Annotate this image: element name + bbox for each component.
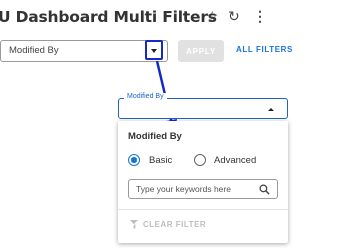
- filter-select-value: Modified By: [9, 45, 59, 56]
- all-filters-link[interactable]: ALL FILTERS: [236, 45, 293, 54]
- keyword-search-box: [128, 179, 278, 199]
- clear-filter-label: CLEAR FILTER: [143, 220, 207, 229]
- search-icon[interactable]: [259, 184, 270, 195]
- keyword-search-input[interactable]: [136, 183, 254, 195]
- panel-title: Modified By: [128, 131, 182, 142]
- clear-filter-button[interactable]: CLEAR FILTER: [130, 220, 206, 229]
- radio-basic-label[interactable]: Basic: [149, 155, 172, 166]
- filter-clear-icon: [130, 220, 139, 229]
- field-legend: Modified By: [124, 93, 167, 100]
- chevron-up-icon: [268, 108, 274, 111]
- radio-basic[interactable]: [128, 154, 140, 166]
- apply-button[interactable]: APPLY: [178, 40, 224, 62]
- radio-advanced-label[interactable]: Advanced: [214, 155, 256, 166]
- filter-dropdown-panel: Modified By Basic Advanced CLEAR FILTER: [118, 121, 288, 243]
- radio-advanced[interactable]: [194, 154, 206, 166]
- divider: [118, 209, 288, 210]
- modified-by-field[interactable]: Modified By: [118, 93, 288, 119]
- filter-select[interactable]: Modified By: [0, 40, 168, 62]
- chevron-down-icon: [151, 49, 157, 53]
- star-icon[interactable]: ☆: [206, 8, 219, 25]
- refresh-icon[interactable]: ↻: [228, 8, 240, 25]
- more-options-icon[interactable]: ⋮: [253, 8, 267, 25]
- page-title: U Dashboard Multi Filters: [0, 8, 217, 26]
- filter-dropdown-toggle[interactable]: [145, 40, 163, 60]
